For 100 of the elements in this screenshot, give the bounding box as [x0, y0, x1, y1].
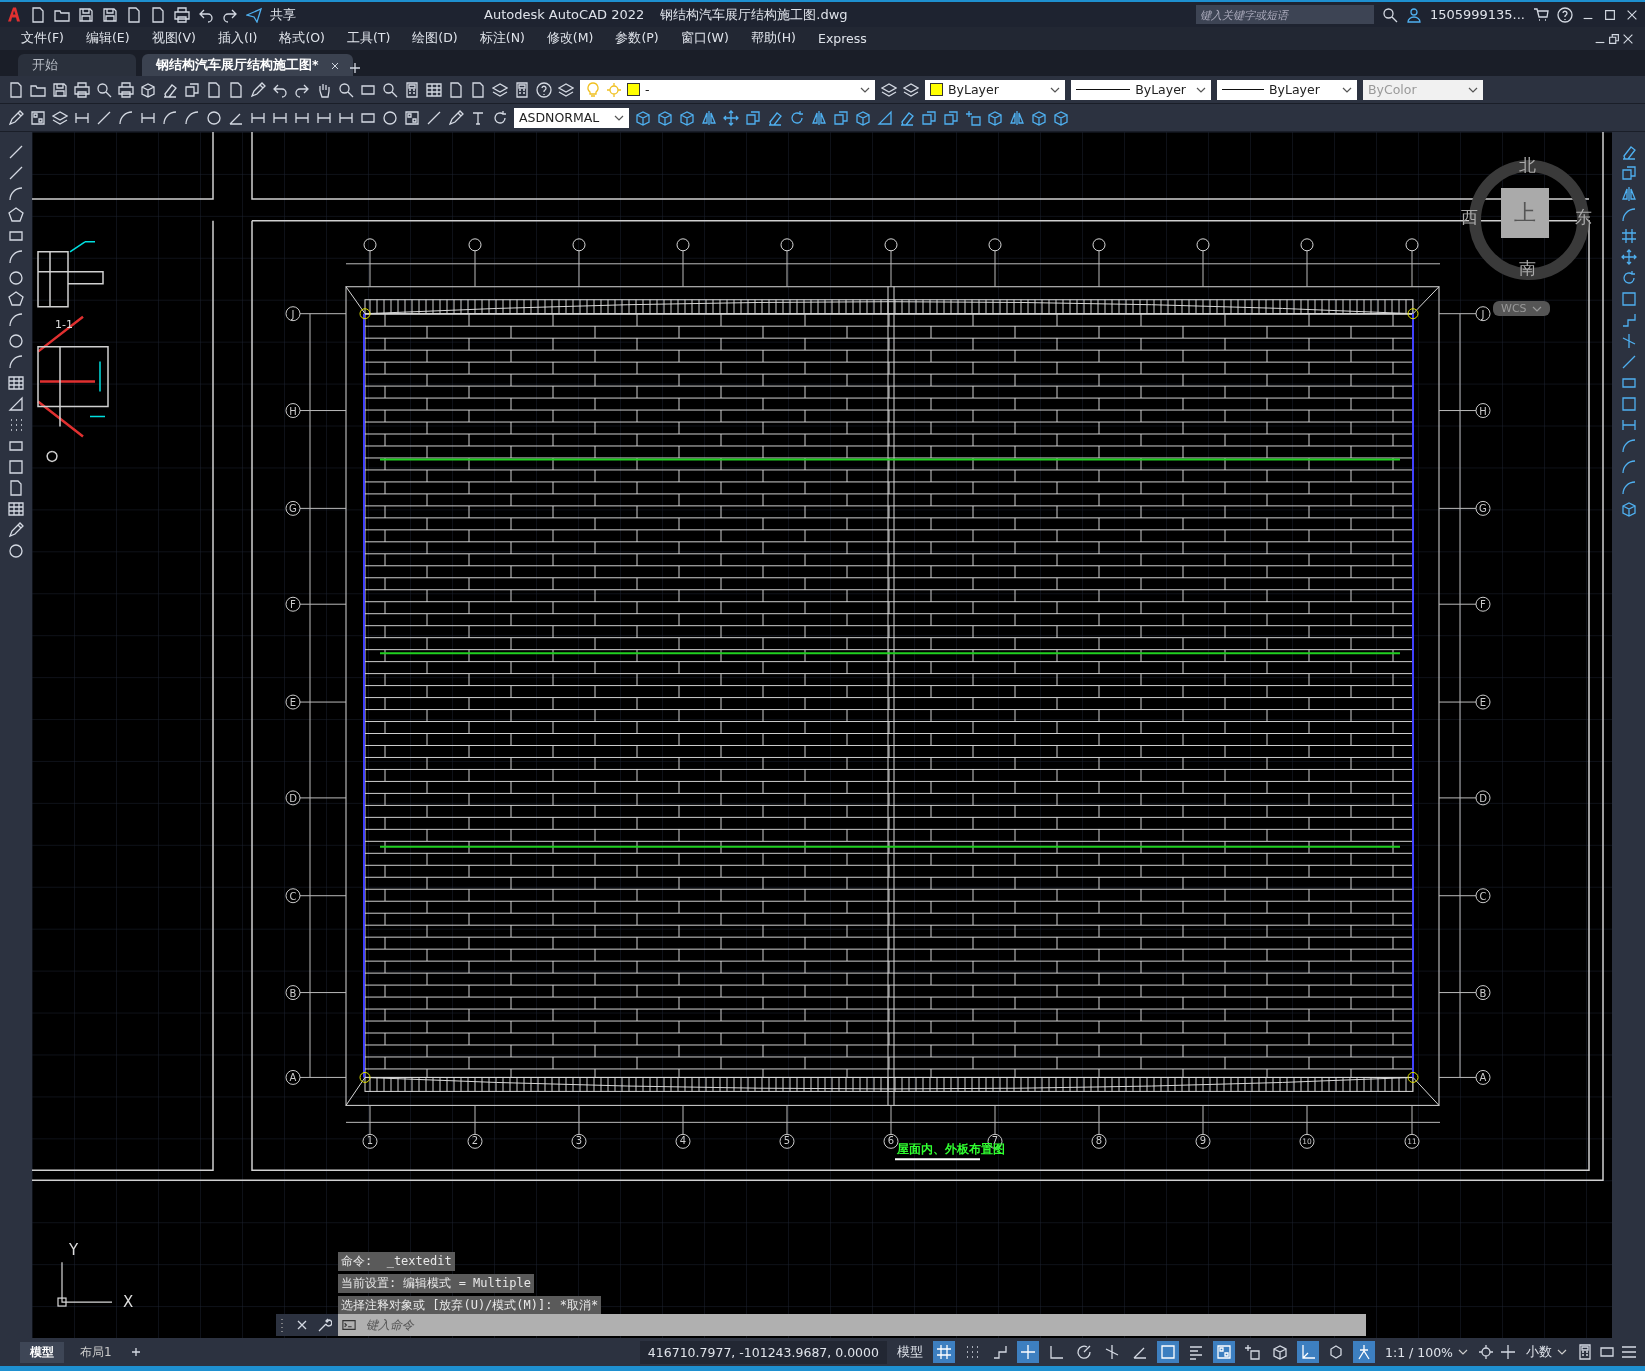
- document-tab[interactable]: 开始: [18, 54, 136, 76]
- magnifier-icon[interactable]: [338, 81, 354, 98]
- cube-icon[interactable]: [1031, 109, 1047, 126]
- grid-icon[interactable]: [1620, 228, 1637, 244]
- document-icon[interactable]: [206, 81, 222, 98]
- copy-icon[interactable]: [921, 109, 937, 126]
- app-logo-icon[interactable]: [6, 6, 22, 23]
- copy-icon[interactable]: [1620, 165, 1637, 181]
- printer-icon[interactable]: [174, 6, 190, 23]
- document-icon[interactable]: [150, 6, 166, 23]
- maximize-icon[interactable]: [1603, 7, 1617, 22]
- document-icon[interactable]: [126, 6, 142, 23]
- south-label[interactable]: 南: [1519, 257, 1536, 280]
- frame-icon[interactable]: [1157, 1341, 1179, 1363]
- caret-icon[interactable]: [614, 114, 624, 121]
- arc-icon[interactable]: [162, 109, 178, 126]
- frame-icon[interactable]: [1620, 396, 1637, 412]
- cube-icon[interactable]: [1620, 501, 1637, 517]
- command-input[interactable]: 键入命令: [360, 1314, 1366, 1336]
- line-icon[interactable]: [8, 165, 24, 181]
- mirror-icon[interactable]: [701, 109, 717, 126]
- frame-icon[interactable]: [8, 459, 24, 475]
- line-icon[interactable]: [1620, 354, 1637, 370]
- cube-icon[interactable]: [635, 109, 651, 126]
- send-icon[interactable]: [246, 6, 262, 23]
- table-icon[interactable]: [8, 501, 24, 517]
- table-icon[interactable]: [426, 81, 442, 98]
- step-icon[interactable]: [1620, 312, 1637, 328]
- menu-item[interactable]: 绘图(D): [401, 30, 469, 47]
- help-icon[interactable]: [1557, 6, 1573, 23]
- menu-item[interactable]: 插入(I): [206, 30, 269, 47]
- line-icon[interactable]: [8, 144, 24, 160]
- cube-icon[interactable]: [987, 109, 1003, 126]
- move-icon[interactable]: [1620, 249, 1637, 265]
- cube-icon[interactable]: [1053, 109, 1069, 126]
- menu-item[interactable]: 修改(M): [535, 30, 605, 47]
- north-label[interactable]: 北: [1519, 154, 1536, 177]
- units-button[interactable]: 小数: [1522, 1340, 1571, 1364]
- arc-icon[interactable]: [118, 109, 134, 126]
- arc-icon[interactable]: [8, 186, 24, 202]
- menu-item[interactable]: 窗口(W): [669, 30, 740, 47]
- mirror-icon[interactable]: [1009, 109, 1025, 126]
- mirror-icon[interactable]: [1620, 186, 1637, 202]
- polygon-icon[interactable]: [8, 207, 24, 223]
- rectangle-icon[interactable]: [1620, 375, 1637, 391]
- cart-icon[interactable]: [1533, 6, 1549, 23]
- table-icon[interactable]: [8, 375, 24, 391]
- pencil-icon[interactable]: [250, 81, 266, 98]
- grip-handle[interactable]: [278, 1317, 286, 1333]
- copy-icon[interactable]: [184, 81, 200, 98]
- hand-icon[interactable]: [316, 81, 332, 98]
- gear-icon[interactable]: [1478, 1344, 1494, 1360]
- cube-icon[interactable]: [657, 109, 673, 126]
- west-label[interactable]: 西: [1461, 206, 1478, 229]
- document-icon[interactable]: [470, 81, 486, 98]
- annotation-scale-button[interactable]: 1:1 / 100%: [1381, 1341, 1472, 1363]
- calculator-icon[interactable]: [1577, 1344, 1593, 1360]
- magnifier-icon[interactable]: [382, 81, 398, 98]
- copy-icon[interactable]: [745, 109, 761, 126]
- document-icon[interactable]: [30, 6, 46, 23]
- restore-icon[interactable]: [1607, 31, 1621, 46]
- caret-icon[interactable]: [1196, 86, 1206, 93]
- plusbox-icon[interactable]: [965, 109, 981, 126]
- document-icon[interactable]: [8, 480, 24, 496]
- caret-icon[interactable]: [1050, 86, 1060, 93]
- arc-icon[interactable]: [184, 109, 200, 126]
- wrench-icon[interactable]: [316, 1317, 332, 1333]
- arc-icon[interactable]: [1620, 207, 1637, 223]
- model-space-button[interactable]: 模型: [893, 1340, 927, 1364]
- move-icon[interactable]: [723, 109, 739, 126]
- dimension-icon[interactable]: [1620, 417, 1637, 433]
- arc-icon[interactable]: [1620, 438, 1637, 454]
- mirror-icon[interactable]: [811, 109, 827, 126]
- layers-icon[interactable]: [558, 81, 574, 98]
- arc-icon[interactable]: [1620, 480, 1637, 496]
- menu-item[interactable]: 工具(T): [335, 30, 402, 47]
- rectangle-icon[interactable]: [1599, 1344, 1615, 1360]
- layout-tab[interactable]: 布局1: [70, 1341, 122, 1363]
- menu-item[interactable]: 标注(N): [468, 30, 536, 47]
- text-icon[interactable]: [470, 109, 486, 126]
- save-icon[interactable]: [102, 6, 118, 23]
- caret-icon[interactable]: [1468, 86, 1478, 93]
- layout-tab[interactable]: 模型: [20, 1341, 64, 1363]
- user-account-button[interactable]: 1505999135...: [1429, 7, 1525, 22]
- rotate-icon[interactable]: [1620, 270, 1637, 286]
- dots-icon[interactable]: [8, 417, 24, 433]
- plus-icon[interactable]: [1500, 1344, 1516, 1360]
- east-label[interactable]: 东: [1575, 206, 1592, 229]
- menu-item[interactable]: 帮助(H): [739, 30, 807, 47]
- rectangle-icon[interactable]: [8, 228, 24, 244]
- rectangle-icon[interactable]: [8, 438, 24, 454]
- layers-icon[interactable]: [881, 81, 897, 98]
- copy-icon[interactable]: [833, 109, 849, 126]
- copy-icon[interactable]: [943, 109, 959, 126]
- rotate-icon[interactable]: [789, 109, 805, 126]
- pencil-icon[interactable]: [448, 109, 464, 126]
- rotate-icon[interactable]: [492, 109, 508, 126]
- save-icon[interactable]: [78, 6, 94, 23]
- grid-icon[interactable]: [933, 1341, 955, 1363]
- menu-item[interactable]: 文件(F): [10, 30, 75, 47]
